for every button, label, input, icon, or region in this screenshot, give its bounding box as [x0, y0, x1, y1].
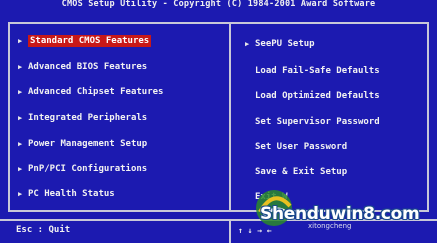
menu-item-supervisor-password[interactable]: Set Supervisor Password: [255, 115, 380, 129]
window-title: CMOS Setup Utility - Copyright (C) 1984-…: [61, 0, 376, 9]
arrow-right-icon: ▶: [18, 37, 23, 45]
menu-item-seepu-setup[interactable]: ▶ SeePU Setup: [245, 37, 315, 51]
arrow-right-icon: ▶: [18, 140, 23, 148]
arrow-right-icon: ▶: [18, 190, 23, 198]
menu-item-pnp-pci[interactable]: ▶ PnP/PCI Configurations: [18, 162, 147, 176]
footer-quit-hint: Esc : Quit: [16, 225, 71, 235]
arrow-right-icon: ▶: [18, 114, 23, 122]
arrow-right-icon: ▶: [18, 165, 23, 173]
menu-item-standard-cmos[interactable]: ▶ Standard CMOS Features: [18, 34, 152, 48]
menu-item-advanced-bios[interactable]: ▶ Advanced BIOS Features: [18, 60, 147, 74]
menu-item-pc-health[interactable]: ▶ PC Health Status: [18, 187, 115, 201]
menu-item-user-password[interactable]: Set User Password: [255, 140, 347, 154]
arrow-right-icon: ▶: [245, 40, 250, 48]
arrow-right-icon: ▶: [18, 63, 23, 71]
menu-item-advanced-chipset[interactable]: ▶ Advanced Chipset Features: [18, 85, 163, 99]
watermark-text: Shenduwin8.com: [260, 204, 420, 224]
watermark: Shenduwin8.com xitongcheng: [250, 184, 435, 234]
menu-item-integrated-peripherals[interactable]: ▶ Integrated Peripherals: [18, 111, 147, 125]
footer-divider: [229, 221, 231, 243]
menu-divider: [229, 22, 231, 212]
menu-item-load-optimized[interactable]: Load Optimized Defaults: [255, 89, 380, 103]
menu-item-power-management[interactable]: ▶ Power Management Setup: [18, 137, 147, 151]
watermark-subtext: xitongcheng: [308, 222, 352, 230]
menu-item-save-exit[interactable]: Save & Exit Setup: [255, 165, 347, 179]
menu-item-load-failsafe[interactable]: Load Fail-Safe Defaults: [255, 64, 380, 78]
arrow-right-icon: ▶: [18, 88, 23, 96]
